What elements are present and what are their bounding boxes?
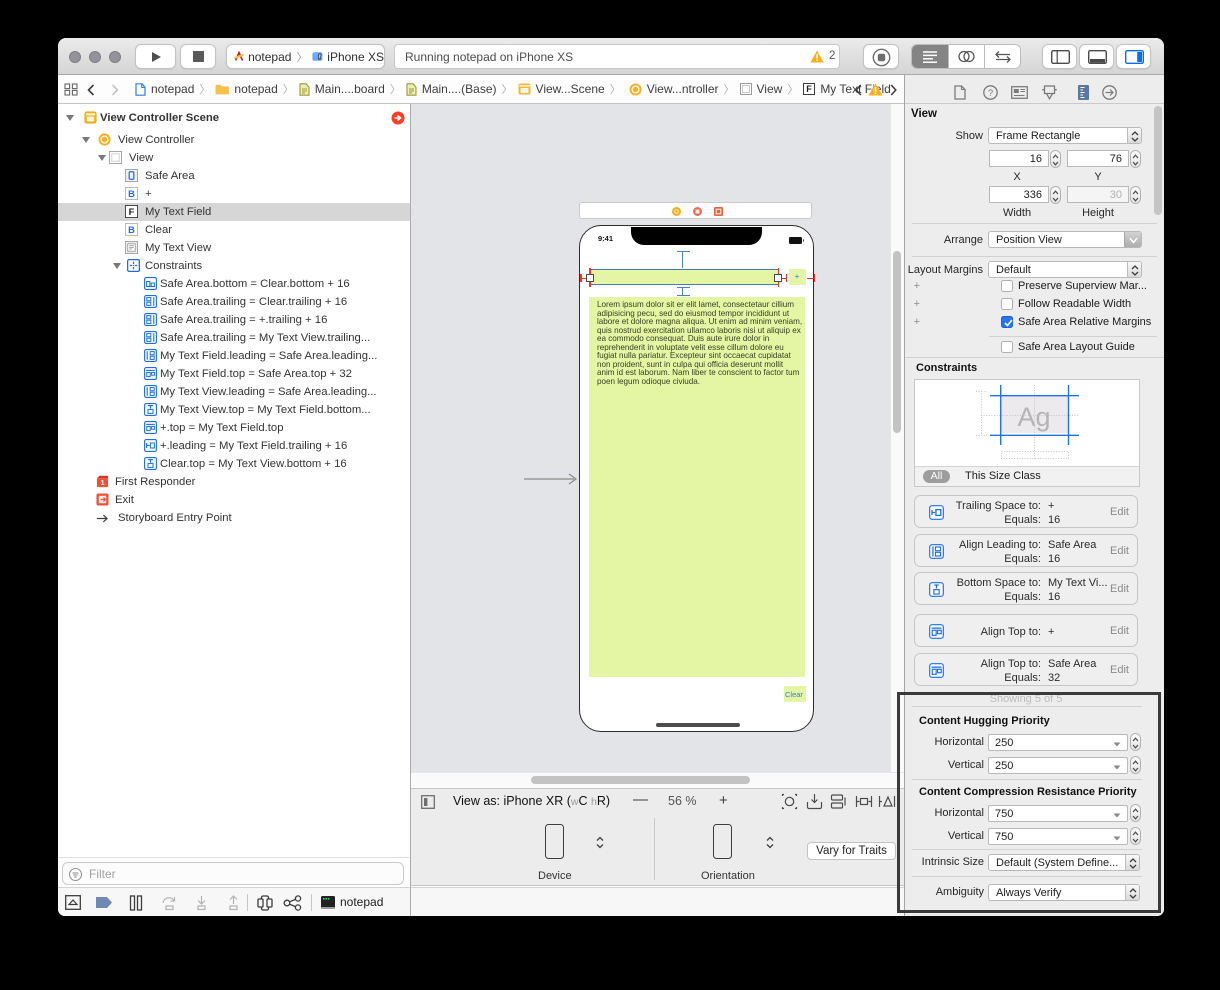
svg-text:?: ? xyxy=(988,88,993,99)
svg-text:1: 1 xyxy=(101,480,105,487)
svg-text:F: F xyxy=(129,207,135,217)
svg-text:F: F xyxy=(807,84,813,94)
svg-text:B: B xyxy=(128,225,135,235)
svg-text:B: B xyxy=(128,189,135,199)
